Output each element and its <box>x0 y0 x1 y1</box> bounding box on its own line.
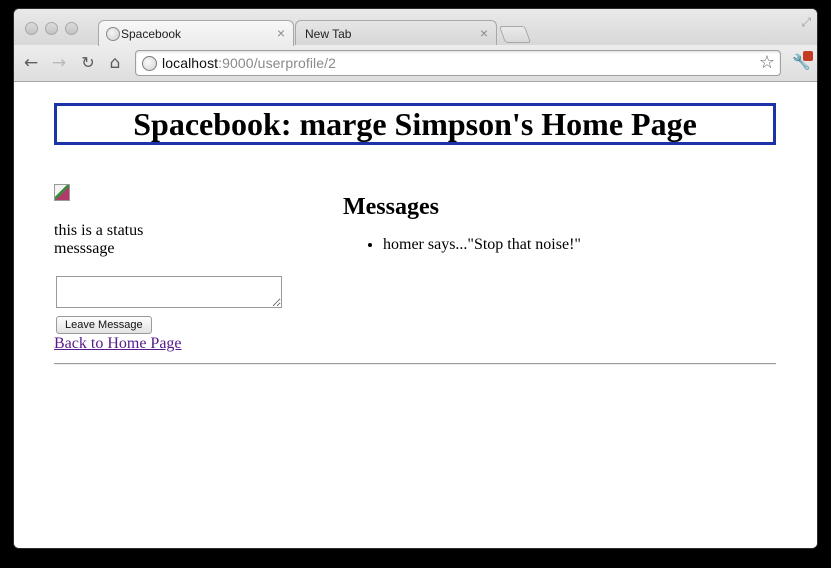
tab-new-tab[interactable]: New Tab × <box>295 20 497 46</box>
divider <box>54 363 776 365</box>
url-path: :9000/userprofile/2 <box>218 55 337 71</box>
zoom-window-button[interactable] <box>65 22 78 35</box>
browser-window: Spacebook × New Tab × ⤢ ← → ↻ ⌂ localhos… <box>14 9 817 548</box>
tab-spacebook[interactable]: Spacebook × <box>98 20 294 46</box>
reload-icon[interactable]: ↻ <box>79 54 97 72</box>
close-icon[interactable]: × <box>480 24 488 42</box>
profile-sidebar: this is a status messsage Leave Message … <box>54 184 294 353</box>
address-bar[interactable]: localhost:9000/userprofile/2 ☆ <box>135 50 781 76</box>
status-message: this is a status messsage <box>54 222 144 257</box>
messages-list: homer says..."Stop that noise!" <box>343 235 773 255</box>
messages-heading: Messages <box>343 194 439 220</box>
leave-message-button[interactable]: Leave Message <box>56 316 152 334</box>
forward-arrow-icon[interactable]: → <box>50 54 68 72</box>
fullscreen-icon[interactable]: ⤢ <box>801 15 811 30</box>
url-host: localhost <box>162 55 219 71</box>
browser-toolbar: ← → ↻ ⌂ localhost:9000/userprofile/2 ☆ 🔧 <box>14 45 817 82</box>
globe-icon <box>106 27 120 41</box>
update-badge <box>803 51 813 61</box>
page-content: Spacebook: marge Simpson's Home Page thi… <box>14 82 817 548</box>
broken-image-icon <box>54 184 70 201</box>
page-title: Spacebook: marge Simpson's Home Page <box>54 103 776 145</box>
tab-title: Spacebook <box>121 27 182 41</box>
back-to-home-link[interactable]: Back to Home Page <box>54 335 294 353</box>
tab-title: New Tab <box>305 27 352 41</box>
close-window-button[interactable] <box>25 22 38 35</box>
close-icon[interactable]: × <box>277 24 285 42</box>
messages-section: Messages homer says..."Stop that noise!" <box>343 193 773 255</box>
minimize-window-button[interactable] <box>45 22 58 35</box>
tab-strip: Spacebook × New Tab × ⤢ <box>14 9 817 46</box>
list-item: homer says..."Stop that noise!" <box>383 235 773 255</box>
message-input[interactable] <box>56 276 282 308</box>
new-tab-button[interactable] <box>498 26 532 43</box>
back-arrow-icon[interactable]: ← <box>22 54 40 72</box>
star-icon[interactable]: ☆ <box>759 52 775 73</box>
home-icon[interactable]: ⌂ <box>106 54 124 72</box>
globe-icon <box>142 56 157 71</box>
wrench-icon[interactable]: 🔧 <box>792 51 813 73</box>
url-text[interactable]: localhost:9000/userprofile/2 <box>162 55 336 71</box>
